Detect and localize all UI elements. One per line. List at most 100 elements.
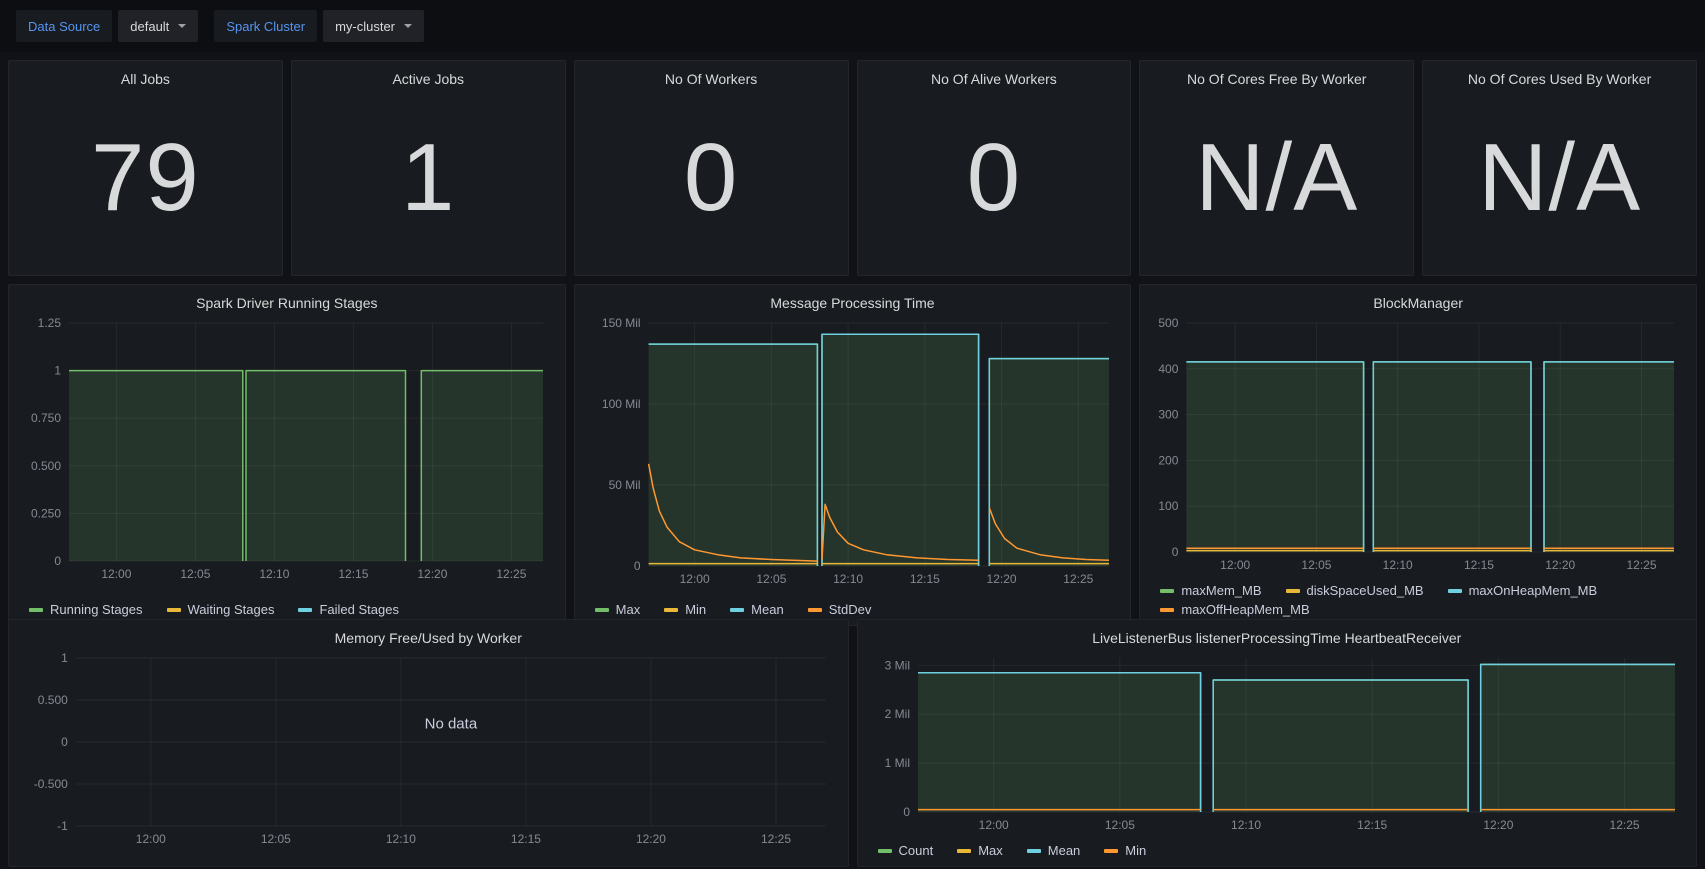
legend-series-label: diskSpaceUsed_MB [1307, 583, 1424, 598]
legend-item-maxoffheapmem-mb[interactable]: maxOffHeapMem_MB [1160, 602, 1309, 617]
stat-panel-cores-used-by-worker: No Of Cores Used By Worker N/A [1422, 60, 1697, 276]
legend-item-maxonheapmem-mb[interactable]: maxOnHeapMem_MB [1448, 583, 1598, 598]
svg-text:12:10: 12:10 [833, 572, 863, 586]
legend-series-swatch [878, 849, 892, 853]
legend-series-swatch [957, 849, 971, 853]
chart-canvas[interactable]: 12:0012:0512:1012:1512:2012:2501 Mil2 Mi… [868, 648, 1687, 839]
legend-series-swatch [1104, 849, 1118, 853]
panel-livelistenerbus-heartbeatreceiver: LiveListenerBus listenerProcessingTime H… [857, 619, 1698, 867]
stat-panel-cores-free-by-worker: No Of Cores Free By Worker N/A [1139, 60, 1414, 276]
svg-text:1 Mil: 1 Mil [884, 756, 909, 770]
svg-text:300: 300 [1159, 408, 1179, 422]
legend-item-mean[interactable]: Mean [1027, 843, 1081, 858]
svg-text:12:25: 12:25 [1609, 818, 1639, 832]
svg-text:12:20: 12:20 [636, 832, 666, 846]
legend-series-swatch [1448, 589, 1462, 593]
legend-item-min[interactable]: Min [664, 602, 706, 617]
chart-canvas[interactable]: 12:0012:0512:1012:1512:2012:25-1-0.50000… [19, 648, 838, 858]
panel-title[interactable]: All Jobs [19, 67, 272, 89]
legend-series-swatch [298, 608, 312, 612]
legend-series-label: Running Stages [50, 602, 143, 617]
chart-legend: Max Min Mean StdDev [585, 598, 1121, 617]
legend-series-label: Mean [1048, 843, 1081, 858]
panel-title[interactable]: No Of Cores Free By Worker [1150, 67, 1403, 89]
svg-text:12:05: 12:05 [180, 567, 210, 581]
chart-canvas[interactable]: 12:0012:0512:1012:1512:2012:2500.2500.50… [19, 313, 555, 598]
legend-series-label: Max [978, 843, 1003, 858]
svg-text:12:10: 12:10 [1231, 818, 1261, 832]
svg-text:12:15: 12:15 [338, 567, 368, 581]
legend-item-running-stages[interactable]: Running Stages [29, 602, 143, 617]
panel-spark-driver-running-stages: Spark Driver Running Stages 12:0012:0512… [8, 284, 566, 626]
legend-item-mean[interactable]: Mean [730, 602, 784, 617]
svg-text:12:15: 12:15 [1464, 558, 1494, 572]
panel-title[interactable]: LiveListenerBus listenerProcessingTime H… [868, 626, 1687, 648]
svg-text:3 Mil: 3 Mil [884, 658, 909, 672]
legend-series-label: StdDev [829, 602, 872, 617]
svg-text:12:20: 12:20 [1546, 558, 1576, 572]
legend-item-waiting-stages[interactable]: Waiting Stages [167, 602, 275, 617]
legend-series-swatch [167, 608, 181, 612]
panel-title[interactable]: Active Jobs [302, 67, 555, 89]
variable-group-spark-cluster: Spark Cluster my-cluster [214, 10, 424, 42]
panel-title[interactable]: No Of Workers [585, 67, 838, 89]
charts-row-2: Memory Free/Used by Worker 12:00 12:05 12:… [8, 619, 1697, 857]
dashboard-variables-bar: Data Source default Spark Cluster my-clu… [0, 0, 1705, 52]
svg-text:12:10: 12:10 [259, 567, 289, 581]
panel-title[interactable]: No Of Cores Used By Worker [1433, 67, 1686, 89]
svg-text:0.750: 0.750 [31, 411, 61, 425]
legend-series-label: Min [1125, 843, 1146, 858]
dashboard: All Jobs 79 Active Jobs 1 No Of Workers … [0, 52, 1705, 865]
svg-text:0.500: 0.500 [38, 693, 68, 707]
chart-canvas[interactable]: 12:0012:0512:1012:1512:2012:250100200300… [1150, 313, 1686, 579]
legend-series-label: Min [685, 602, 706, 617]
legend-series-swatch [664, 608, 678, 612]
panel-memory-free-used-by-worker: Memory Free/Used by Worker 12:0012:0512:… [8, 619, 849, 867]
stat-panel-no-of-alive-workers: No Of Alive Workers 0 [857, 60, 1132, 276]
svg-text:12:25: 12:25 [1627, 558, 1657, 572]
panel-title[interactable]: Message Processing Time [585, 291, 1121, 313]
svg-text:0: 0 [54, 554, 61, 568]
chevron-down-icon [404, 24, 412, 28]
legend-series-swatch [595, 608, 609, 612]
stat-value: 79 [19, 89, 272, 267]
legend-series-label: Mean [751, 602, 784, 617]
svg-text:12:05: 12:05 [261, 832, 291, 846]
spark-cluster-label: Spark Cluster [214, 10, 317, 42]
svg-text:100: 100 [1159, 499, 1179, 513]
svg-text:1: 1 [61, 651, 68, 665]
svg-text:12:00: 12:00 [978, 818, 1008, 832]
legend-item-min[interactable]: Min [1104, 843, 1146, 858]
legend-item-count[interactable]: Count [878, 843, 934, 858]
stat-value: 0 [868, 89, 1121, 267]
legend-item-stddev[interactable]: StdDev [808, 602, 872, 617]
panel-title[interactable]: No Of Alive Workers [868, 67, 1121, 89]
panel-title[interactable]: Spark Driver Running Stages [19, 291, 555, 313]
chart-legend: Running Stages Waiting Stages Failed Stage… [19, 598, 555, 617]
svg-text:1.25: 1.25 [38, 316, 62, 330]
panel-title[interactable]: BlockManager [1150, 291, 1686, 313]
svg-text:12:25: 12:25 [1063, 572, 1093, 586]
svg-text:-0.500: -0.500 [34, 777, 68, 791]
panel-message-processing-time: Message Processing Time 12:0012:0512:101… [574, 284, 1132, 626]
svg-text:12:00: 12:00 [1220, 558, 1250, 572]
legend-series-swatch [808, 608, 822, 612]
legend-item-diskspaceused-mb[interactable]: diskSpaceUsed_MB [1286, 583, 1424, 598]
svg-text:0: 0 [903, 805, 910, 819]
legend-series-swatch [29, 608, 43, 612]
data-source-select[interactable]: default [118, 10, 198, 42]
stat-panel-all-jobs: All Jobs 79 [8, 60, 283, 276]
svg-text:200: 200 [1159, 453, 1179, 467]
legend-item-max[interactable]: Max [957, 843, 1003, 858]
chart-legend: Count Max Mean Min [868, 839, 1687, 858]
panel-title[interactable]: Memory Free/Used by Worker [19, 626, 838, 648]
svg-text:400: 400 [1159, 362, 1179, 376]
legend-item-max[interactable]: Max [595, 602, 641, 617]
spark-cluster-select[interactable]: my-cluster [323, 10, 424, 42]
chart-canvas[interactable]: 12:0012:0512:1012:1512:2012:25050 Mil100… [585, 313, 1121, 598]
svg-text:12:15: 12:15 [909, 572, 939, 586]
legend-item-maxmem-mb[interactable]: maxMem_MB [1160, 583, 1261, 598]
legend-item-failed-stages[interactable]: Failed Stages [298, 602, 399, 617]
legend-series-label: Max [616, 602, 641, 617]
svg-text:100 Mil: 100 Mil [602, 397, 641, 411]
